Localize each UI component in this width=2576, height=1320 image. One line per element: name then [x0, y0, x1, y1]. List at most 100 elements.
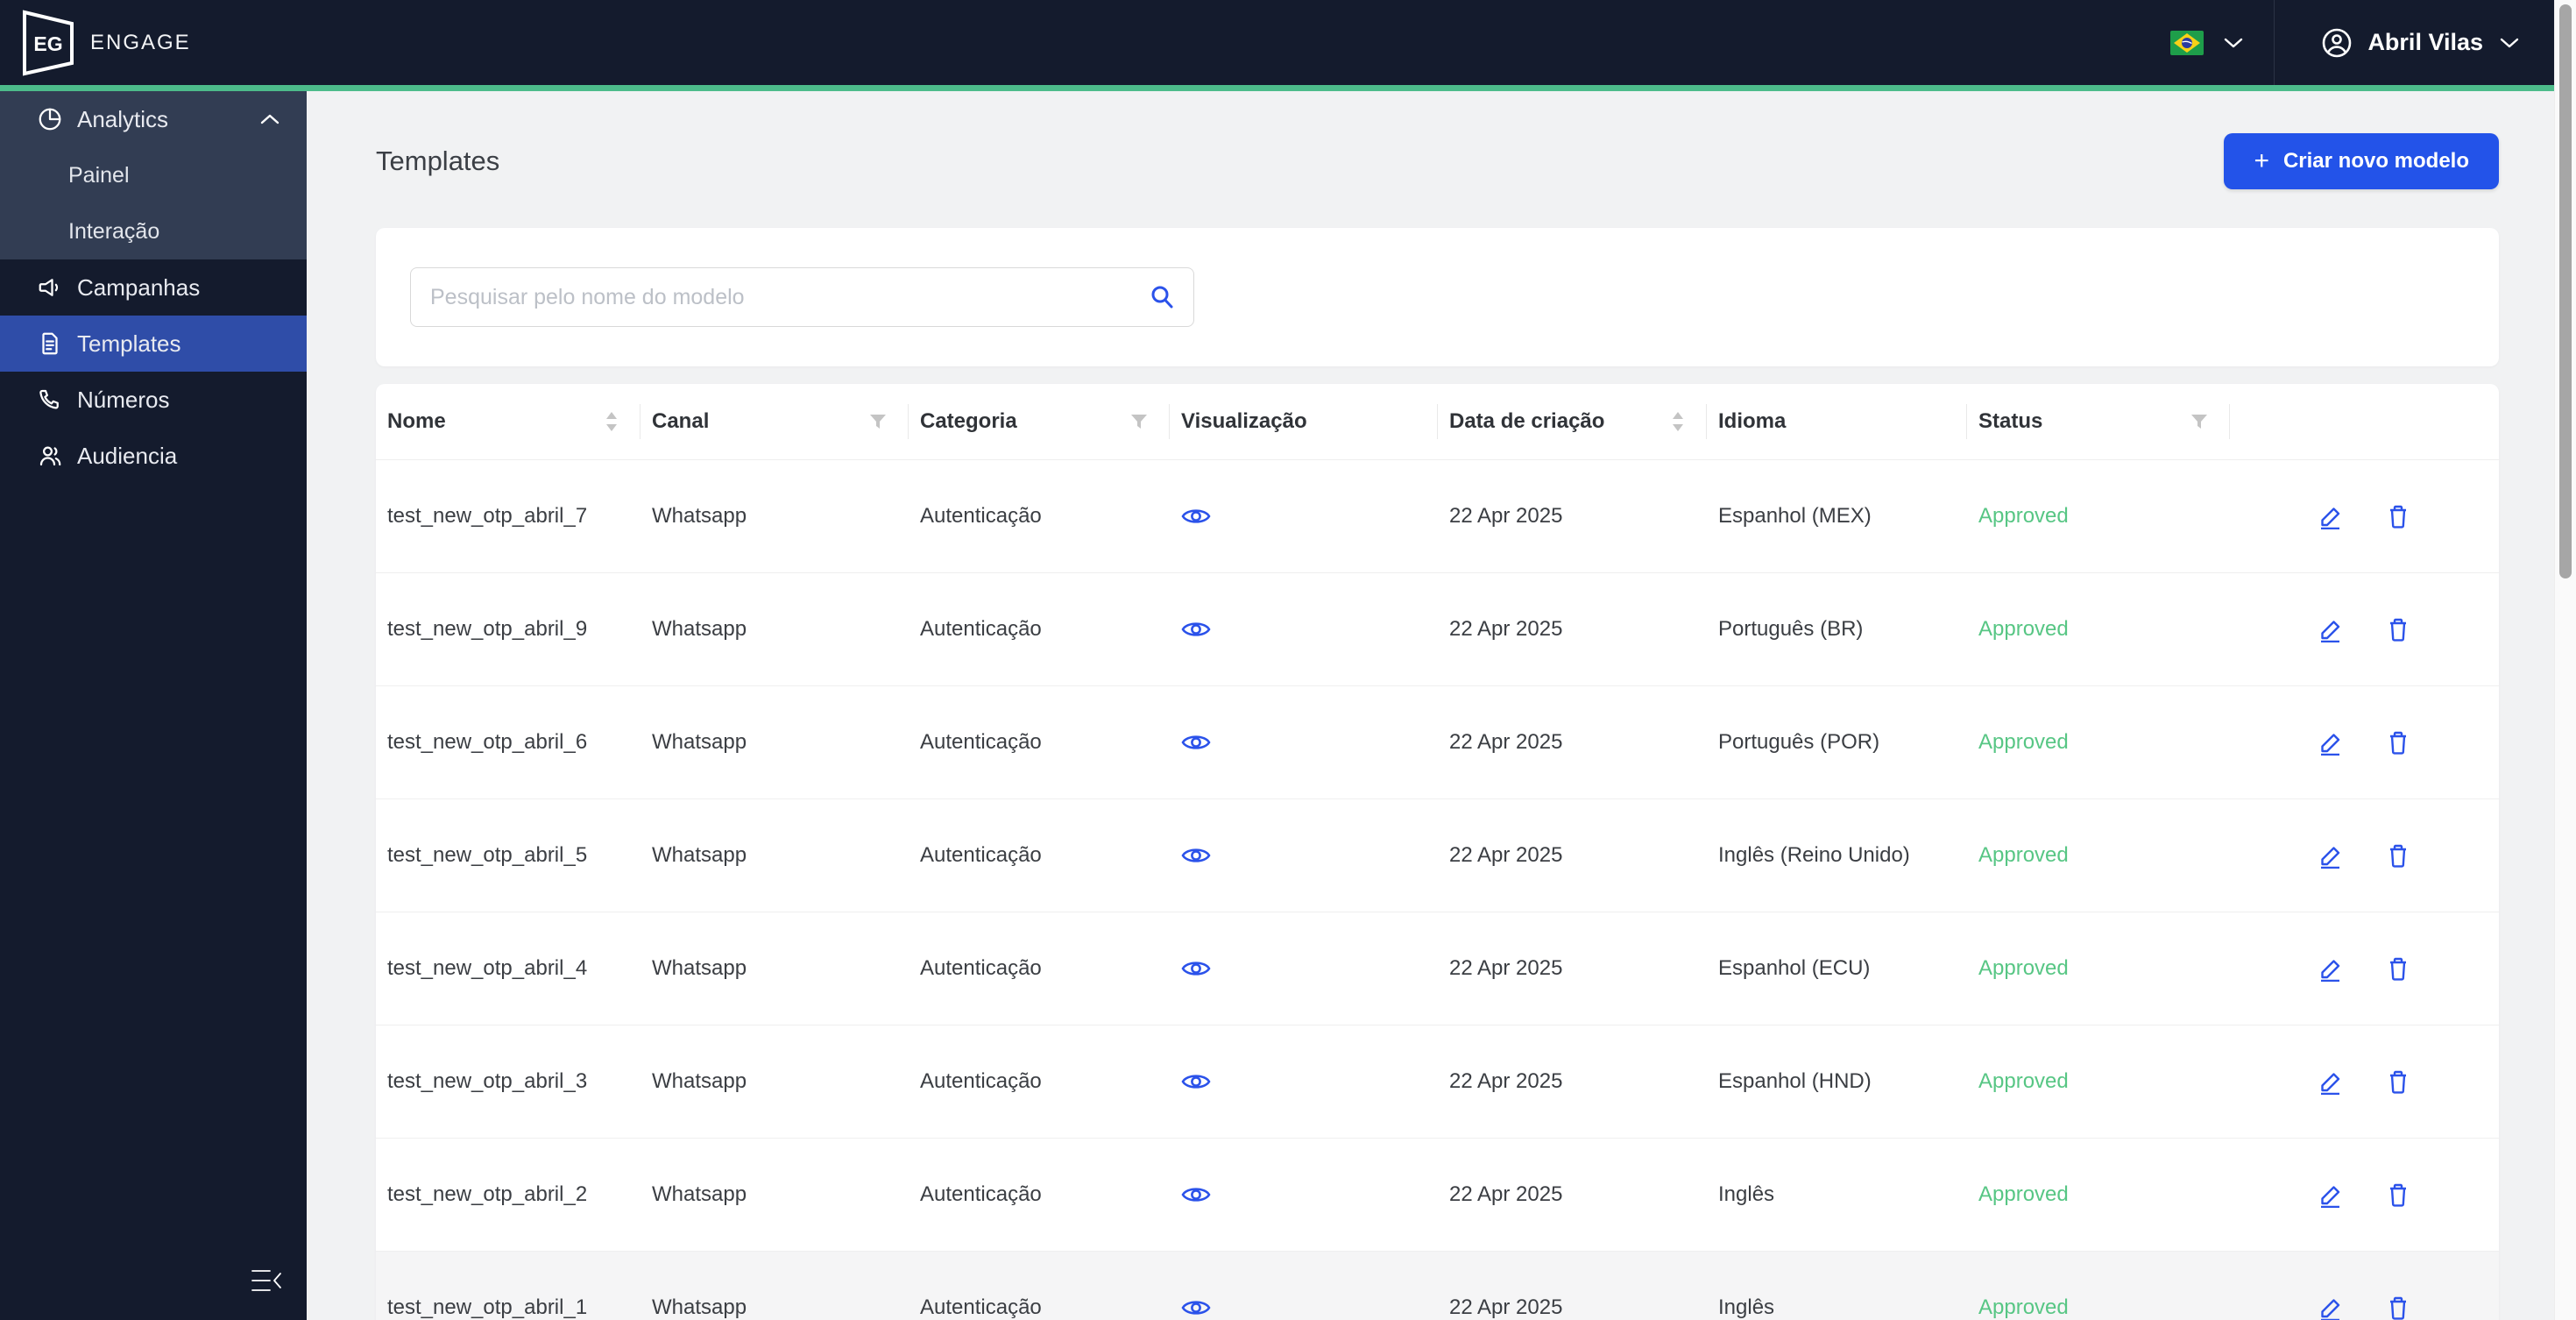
- filter-icon[interactable]: [1129, 412, 1149, 431]
- edit-icon[interactable]: [2318, 503, 2345, 529]
- delete-icon[interactable]: [2385, 842, 2411, 869]
- delete-icon[interactable]: [2385, 1182, 2411, 1208]
- edit-icon[interactable]: [2318, 616, 2345, 642]
- cell-actions: [2230, 503, 2499, 529]
- column-header[interactable]: Data de criação: [1438, 384, 1707, 459]
- preview-eye-icon[interactable]: [1181, 1183, 1211, 1206]
- sidebar-collapse-button[interactable]: [249, 1266, 284, 1295]
- filter-icon[interactable]: [868, 412, 888, 431]
- brazil-flag-icon: [2170, 30, 2204, 55]
- create-template-button[interactable]: + Criar novo modelo: [2224, 133, 2499, 189]
- sidebar-item-campanhas[interactable]: Campanhas: [0, 259, 307, 316]
- table-row[interactable]: test_new_otp_abril_7 Whatsapp Autenticaç…: [376, 460, 2499, 573]
- status-badge: Approved: [1978, 1182, 2069, 1206]
- sidebar-item-analytics[interactable]: Analytics: [0, 91, 307, 147]
- column-label: Nome: [387, 409, 446, 433]
- brand-name: ENGAGE: [90, 30, 191, 54]
- sort-icon[interactable]: [1670, 410, 1686, 433]
- status-badge: Approved: [1978, 617, 2069, 641]
- sort-icon[interactable]: [604, 410, 619, 433]
- sidebar-item-templates[interactable]: Templates: [0, 316, 307, 372]
- cell-canal: Whatsapp: [652, 504, 747, 528]
- search-icon[interactable]: [1148, 283, 1176, 311]
- user-menu[interactable]: Abril Vilas: [2275, 0, 2555, 85]
- cell-actions: [2230, 616, 2499, 642]
- column-header[interactable]: [2230, 384, 2499, 459]
- cell-nome: test_new_otp_abril_1: [387, 1295, 588, 1319]
- table-header-row: Nome Canal Categoria Visualização Data d…: [376, 384, 2499, 460]
- table-row[interactable]: test_new_otp_abril_6 Whatsapp Autenticaç…: [376, 686, 2499, 799]
- delete-icon[interactable]: [2385, 1068, 2411, 1095]
- cell-visualizacao: [1170, 1183, 1438, 1206]
- sidebar-item-label: Painel: [68, 162, 130, 188]
- table-row[interactable]: test_new_otp_abril_5 Whatsapp Autenticaç…: [376, 799, 2499, 912]
- cell-actions: [2230, 1068, 2499, 1095]
- edit-icon[interactable]: [2318, 1182, 2345, 1208]
- delete-icon[interactable]: [2385, 955, 2411, 982]
- preview-eye-icon[interactable]: [1181, 844, 1211, 867]
- cell-visualizacao: [1170, 957, 1438, 980]
- column-header[interactable]: Idioma: [1707, 384, 1967, 459]
- column-header[interactable]: Nome: [376, 384, 640, 459]
- sidebar-item-painel[interactable]: Painel: [0, 147, 307, 203]
- app-window: EG ENGAGE Abril Vilas Analytics Painel I…: [0, 0, 2576, 1320]
- cell-idioma: Inglês (Reino Unido): [1718, 843, 1910, 867]
- delete-icon[interactable]: [2385, 503, 2411, 529]
- cell-idioma: Espanhol (MEX): [1718, 504, 1872, 528]
- status-badge: Approved: [1978, 843, 2069, 867]
- user-name: Abril Vilas: [2367, 29, 2483, 55]
- cell-visualizacao: [1170, 1070, 1438, 1093]
- preview-eye-icon[interactable]: [1181, 1296, 1211, 1319]
- preview-eye-icon[interactable]: [1181, 1070, 1211, 1093]
- delete-icon[interactable]: [2385, 729, 2411, 756]
- cell-idioma: Inglês: [1718, 1295, 1775, 1319]
- table-row[interactable]: test_new_otp_abril_9 Whatsapp Autenticaç…: [376, 573, 2499, 686]
- edit-icon[interactable]: [2318, 842, 2345, 869]
- sidebar-item-audiencia[interactable]: Audiencia: [0, 428, 307, 484]
- column-header[interactable]: Visualização: [1170, 384, 1438, 459]
- column-header[interactable]: Status: [1967, 384, 2230, 459]
- cell-canal: Whatsapp: [652, 956, 747, 980]
- cell-data-criacao: 22 Apr 2025: [1449, 617, 1563, 641]
- table-row[interactable]: test_new_otp_abril_1 Whatsapp Autenticaç…: [376, 1252, 2499, 1320]
- cell-actions: [2230, 1295, 2499, 1320]
- phone-icon: [39, 389, 59, 409]
- column-label: Data de criação: [1449, 409, 1605, 433]
- language-switcher[interactable]: [2141, 0, 2274, 85]
- delete-icon[interactable]: [2385, 616, 2411, 642]
- edit-icon[interactable]: [2318, 729, 2345, 756]
- cell-visualizacao: [1170, 731, 1438, 754]
- table-row[interactable]: test_new_otp_abril_4 Whatsapp Autenticaç…: [376, 912, 2499, 1025]
- preview-eye-icon[interactable]: [1181, 731, 1211, 754]
- scrollbar-thumb[interactable]: [2559, 4, 2572, 578]
- search-input[interactable]: [411, 284, 1148, 310]
- cell-nome: test_new_otp_abril_7: [387, 504, 588, 528]
- cell-data-criacao: 22 Apr 2025: [1449, 1069, 1563, 1093]
- cell-visualizacao: [1170, 505, 1438, 528]
- table-row[interactable]: test_new_otp_abril_2 Whatsapp Autenticaç…: [376, 1139, 2499, 1252]
- preview-eye-icon[interactable]: [1181, 957, 1211, 980]
- column-header[interactable]: Canal: [640, 384, 909, 459]
- cell-categoria: Autenticação: [920, 1295, 1042, 1319]
- status-badge: Approved: [1978, 1069, 2069, 1093]
- filter-icon[interactable]: [2190, 412, 2209, 431]
- templates-table: Nome Canal Categoria Visualização Data d…: [376, 384, 2499, 1320]
- sidebar-item-label: Interação: [68, 218, 160, 244]
- delete-icon[interactable]: [2385, 1295, 2411, 1320]
- table-row[interactable]: test_new_otp_abril_3 Whatsapp Autenticaç…: [376, 1025, 2499, 1139]
- sidebar-item-numeros[interactable]: Números: [0, 372, 307, 428]
- sidebar-item-interacao[interactable]: Interação: [0, 203, 307, 259]
- cell-idioma: Português (POR): [1718, 730, 1880, 754]
- preview-eye-icon[interactable]: [1181, 618, 1211, 641]
- column-header[interactable]: Categoria: [909, 384, 1170, 459]
- cell-categoria: Autenticação: [920, 1182, 1042, 1206]
- column-label: Categoria: [920, 409, 1017, 433]
- edit-icon[interactable]: [2318, 955, 2345, 982]
- edit-icon[interactable]: [2318, 1295, 2345, 1320]
- cell-categoria: Autenticação: [920, 730, 1042, 754]
- cell-idioma: Espanhol (ECU): [1718, 956, 1871, 980]
- search-card: [376, 228, 2499, 366]
- preview-eye-icon[interactable]: [1181, 505, 1211, 528]
- vertical-scrollbar[interactable]: [2554, 0, 2576, 1320]
- edit-icon[interactable]: [2318, 1068, 2345, 1095]
